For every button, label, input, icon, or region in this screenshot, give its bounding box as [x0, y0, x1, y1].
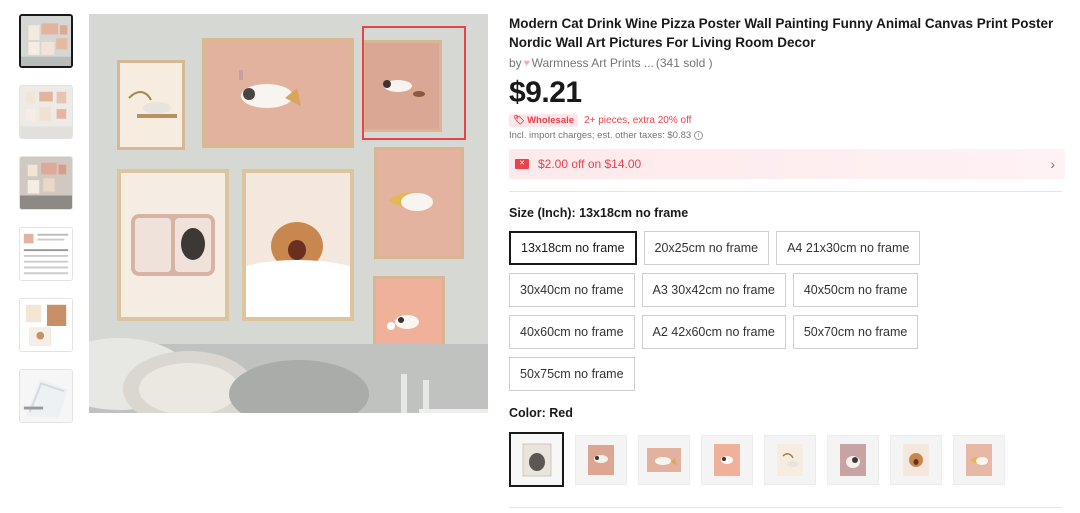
thumbnail-list	[19, 14, 75, 440]
coupon-bar[interactable]: ✕ $2.00 off on $14.00 ›	[509, 149, 1065, 179]
chevron-right-icon: ›	[1050, 156, 1055, 172]
store-link[interactable]: Warmness Art Prints ...	[532, 56, 654, 70]
color-option-8[interactable]	[953, 434, 1005, 485]
seller-line: by ♥ Warmness Art Prints ... (341 sold )	[509, 56, 1065, 70]
thumbnail-3[interactable]	[19, 156, 73, 210]
size-label: Size (Inch): 13x18cm no frame	[509, 206, 689, 220]
wholesale-badge-label: Wholesale	[527, 115, 575, 126]
coupon-text: $2.00 off on $14.00	[538, 157, 642, 171]
thumbnail-5[interactable]	[19, 298, 73, 352]
size-option[interactable]: 50x70cm no frame	[792, 315, 919, 349]
color-option-7[interactable]	[890, 434, 942, 485]
color-option-1[interactable]	[509, 432, 564, 487]
thumbnail-2[interactable]	[19, 85, 73, 139]
wholesale-row: 🏷 Wholesale 2+ pieces, extra 20% off	[509, 114, 1065, 127]
color-option-5[interactable]	[764, 434, 816, 485]
divider	[509, 507, 1062, 508]
main-product-image[interactable]	[89, 14, 488, 413]
size-option[interactable]: 50x75cm no frame	[509, 357, 635, 391]
thumbnail-6[interactable]	[19, 369, 73, 423]
size-option[interactable]: 30x40cm no frame	[509, 273, 635, 307]
taxes-text: Incl. import charges; est. other taxes: …	[509, 130, 692, 141]
color-option-6[interactable]	[827, 434, 879, 485]
size-option[interactable]: A4 21x30cm no frame	[776, 231, 921, 265]
color-option-2[interactable]	[575, 434, 627, 485]
tag-icon: 🏷	[513, 115, 526, 126]
size-option[interactable]: 40x50cm no frame	[792, 273, 919, 307]
product-title: Modern Cat Drink Wine Pizza Poster Wall …	[509, 16, 1054, 50]
color-option-4[interactable]	[701, 434, 753, 485]
sold-count: (341 sold )	[655, 56, 713, 70]
size-option[interactable]: 20x25cm no frame	[643, 231, 770, 265]
product-info-panel: Modern Cat Drink Wine Pizza Poster Wall …	[509, 14, 1065, 487]
size-option[interactable]: A2 42x60cm no frame	[641, 315, 786, 349]
size-option[interactable]: A3 30x42cm no frame	[641, 273, 786, 307]
divider	[509, 191, 1062, 192]
price: $9.21	[509, 76, 582, 109]
selection-highlight	[362, 26, 466, 140]
wholesale-text: 2+ pieces, extra 20% off	[584, 115, 692, 126]
color-label: Color: Red	[509, 406, 573, 420]
thumbnail-4[interactable]	[19, 227, 73, 281]
color-option-3[interactable]	[638, 434, 690, 485]
size-option[interactable]: 13x18cm no frame	[509, 231, 637, 265]
by-label: by	[509, 56, 522, 70]
taxes-line: Incl. import charges; est. other taxes: …	[509, 130, 1065, 141]
thumbnail-1[interactable]	[19, 14, 73, 68]
size-options: 13x18cm no frame 20x25cm no frame A4 21x…	[509, 231, 949, 391]
coupon-icon: ✕	[515, 159, 529, 169]
info-icon[interactable]: i	[694, 131, 704, 140]
color-options	[509, 432, 1065, 487]
size-option[interactable]: 40x60cm no frame	[509, 315, 635, 349]
heart-icon: ♥	[523, 57, 530, 69]
wholesale-badge: 🏷 Wholesale	[509, 114, 579, 127]
